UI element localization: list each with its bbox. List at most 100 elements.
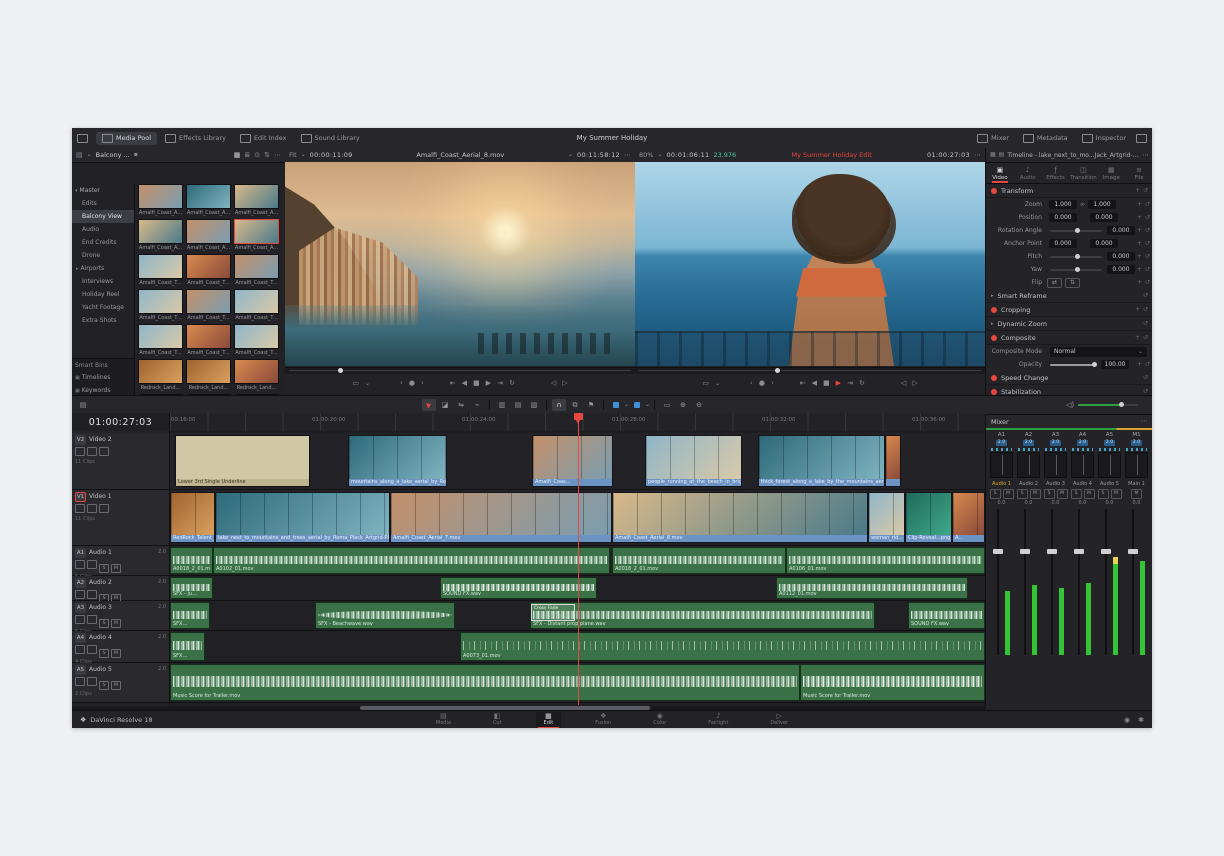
razor-tool[interactable]: ⌁ (470, 399, 484, 411)
lock-icon[interactable] (75, 560, 85, 569)
solo-button[interactable]: S (990, 489, 1001, 499)
go-to-start-icon[interactable]: ⇤ (450, 380, 456, 387)
reset-icon[interactable]: ↺ (1145, 240, 1150, 247)
bin-item-master[interactable]: ▾Master (72, 184, 134, 197)
solo-button[interactable]: S (99, 649, 109, 658)
timeline-clip-audio[interactable]: SFX... (170, 632, 205, 661)
clip-thumbnail[interactable] (234, 324, 279, 349)
timeline-clip-audio[interactable]: SFX - ju... (170, 577, 213, 599)
playhead-line[interactable] (578, 413, 579, 705)
jog-icon[interactable]: ● (409, 380, 415, 387)
add-keyframe-icon[interactable]: + (1137, 201, 1142, 208)
zoom-full-icon[interactable]: ▭ (660, 399, 674, 411)
pan-control[interactable] (1071, 452, 1094, 478)
marker-icon[interactable] (609, 399, 623, 411)
fader-handle[interactable] (1128, 549, 1138, 554)
mixer-strip-a4[interactable]: A42.0Audio 4SM0.0 (1070, 432, 1095, 657)
media-clip-4[interactable]: Amalfi_Coast_A... (186, 219, 231, 251)
stop-icon[interactable]: ■ (823, 380, 830, 387)
mixer-strip-a1[interactable]: A12.0Audio 1SM0.0 (989, 432, 1014, 657)
channel-fader[interactable] (1099, 507, 1120, 657)
viewer-mode-icon[interactable]: ▭ (352, 380, 359, 387)
media-clip-2[interactable]: Amalfi_Coast_A... (234, 184, 279, 216)
timeline-clip-video[interactable]: lake_next_to_mountains_and_trees_aerial_… (215, 492, 390, 543)
bin-item-interviews[interactable]: Interviews (72, 275, 134, 288)
reset-icon[interactable]: ↺ (1143, 320, 1148, 327)
flip-horizontal-button[interactable]: ⇄ (1047, 278, 1062, 288)
timeline-clip-audio[interactable]: A0106_01.mov (786, 547, 985, 574)
media-clip-7[interactable]: Amalfi_Coast_T... (186, 254, 231, 286)
expand-ui-icon[interactable] (1136, 134, 1147, 143)
top-button-metadata[interactable]: Metadata (1017, 132, 1074, 145)
lock-icon[interactable] (75, 615, 85, 624)
mixer-strip-m1[interactable]: M12.0Main 1M0.0 (1124, 432, 1149, 657)
opacity-value-field[interactable]: 100.00 (1101, 360, 1129, 369)
mute-button[interactable]: M (1030, 489, 1041, 499)
timeline-zoom-select[interactable]: 80% (639, 151, 653, 159)
tab-transition[interactable]: ◫Transition (1069, 163, 1097, 183)
current-bin-label[interactable]: Balcony ... (96, 151, 130, 159)
timeline-clip-title[interactable]: Lower 3rd Single Underline (175, 435, 310, 487)
bin-item-yacht-footage[interactable]: Yacht Footage (72, 301, 134, 314)
mute-button[interactable]: M (1111, 489, 1122, 499)
reset-icon[interactable]: ↺ (1143, 292, 1148, 299)
solo-button[interactable]: S (1044, 489, 1055, 499)
reset-icon[interactable]: ↺ (1143, 187, 1148, 194)
list-view-icon[interactable]: ≣ (244, 152, 250, 159)
thumbnail-view-icon[interactable]: ▦ (234, 152, 241, 159)
solo-button[interactable]: S (1098, 489, 1109, 499)
page-tab-deliver[interactable]: ▷Deliver (762, 712, 796, 728)
page-tab-color[interactable]: ◉Color (645, 712, 674, 728)
search-icon[interactable]: ⊙ (254, 152, 260, 159)
slider-knob[interactable] (1075, 254, 1080, 259)
channel-fader[interactable] (1072, 507, 1093, 657)
solo-button[interactable]: S (1071, 489, 1082, 499)
media-clip-15[interactable]: Redrock_Land... (138, 359, 183, 391)
media-clip-14[interactable]: Amalfi_Coast_T... (234, 324, 279, 356)
timeline-clip-video[interactable]: thick_forest_along_a_lake_by_the_mountai… (758, 435, 885, 487)
clip-info-icon[interactable]: ▦ (990, 152, 996, 158)
tab-video[interactable]: ▣Video (986, 163, 1014, 183)
waveform-icon[interactable] (87, 677, 97, 686)
page-tab-edit[interactable]: ▦Edit (536, 712, 562, 728)
value-field[interactable]: 0.000 (1107, 252, 1135, 261)
jog-right-icon[interactable]: › (421, 380, 424, 387)
clip-mini-icon[interactable]: ▤ (999, 152, 1005, 158)
go-to-end-icon[interactable]: ⇥ (497, 380, 503, 387)
track-header-a1[interactable]: A1Audio 12.0SM6 Clips (72, 546, 169, 576)
add-keyframe-icon[interactable]: + (1137, 227, 1142, 234)
mute-button[interactable]: M (1003, 489, 1014, 499)
media-clip-6[interactable]: Amalfi_Coast_T... (138, 254, 183, 286)
waveform-icon[interactable] (87, 615, 97, 624)
top-button-edit-index[interactable]: Edit Index (234, 132, 293, 145)
reset-icon[interactable]: ↺ (1145, 361, 1150, 368)
timeline-clip-video[interactable]: Amalfi_Coast_Aerial_8.mov (612, 492, 868, 543)
reset-icon[interactable]: ↺ (1145, 214, 1150, 221)
y-value-field[interactable]: 1.000 (1088, 200, 1116, 209)
section-toggle[interactable] (991, 389, 997, 395)
jog-left-icon[interactable]: ‹ (400, 380, 403, 387)
clip-thumbnail[interactable] (138, 219, 183, 244)
source-scrubber[interactable] (285, 367, 635, 374)
chevron-down-icon[interactable]: ⌄ (87, 152, 92, 158)
bin-item-airports[interactable]: ▸Airports (72, 262, 134, 275)
jog-right-icon[interactable]: › (771, 380, 774, 387)
clip-thumbnail[interactable] (234, 184, 279, 209)
track-badge[interactable]: A1 (75, 548, 86, 558)
more-options-icon[interactable]: ⋯ (974, 152, 981, 159)
pan-control[interactable] (1017, 452, 1040, 478)
chevron-down-icon[interactable]: ⌄ (365, 381, 370, 387)
mark-out-icon[interactable]: ▷ (562, 380, 567, 387)
timeline-clip-video[interactable]: Amalfi_Coas... (532, 435, 613, 487)
mute-button[interactable]: M (1131, 489, 1142, 499)
source-viewer-image[interactable] (285, 162, 635, 366)
clip-thumbnail[interactable] (138, 289, 183, 314)
media-clip-8[interactable]: Amalfi_Coast_T... (234, 254, 279, 286)
marker-color-icon[interactable] (630, 399, 644, 411)
section-cropping[interactable]: Cropping+↺ (986, 303, 1152, 317)
top-button-sound-library[interactable]: Sound Library (295, 132, 366, 145)
media-clip-13[interactable]: Amalfi_Coast_T... (186, 324, 231, 356)
track-header-a3[interactable]: A3Audio 32.0SM5 Clips (72, 601, 169, 631)
add-icon[interactable]: + (1135, 306, 1140, 313)
add-keyframe-icon[interactable]: + (1137, 361, 1142, 368)
